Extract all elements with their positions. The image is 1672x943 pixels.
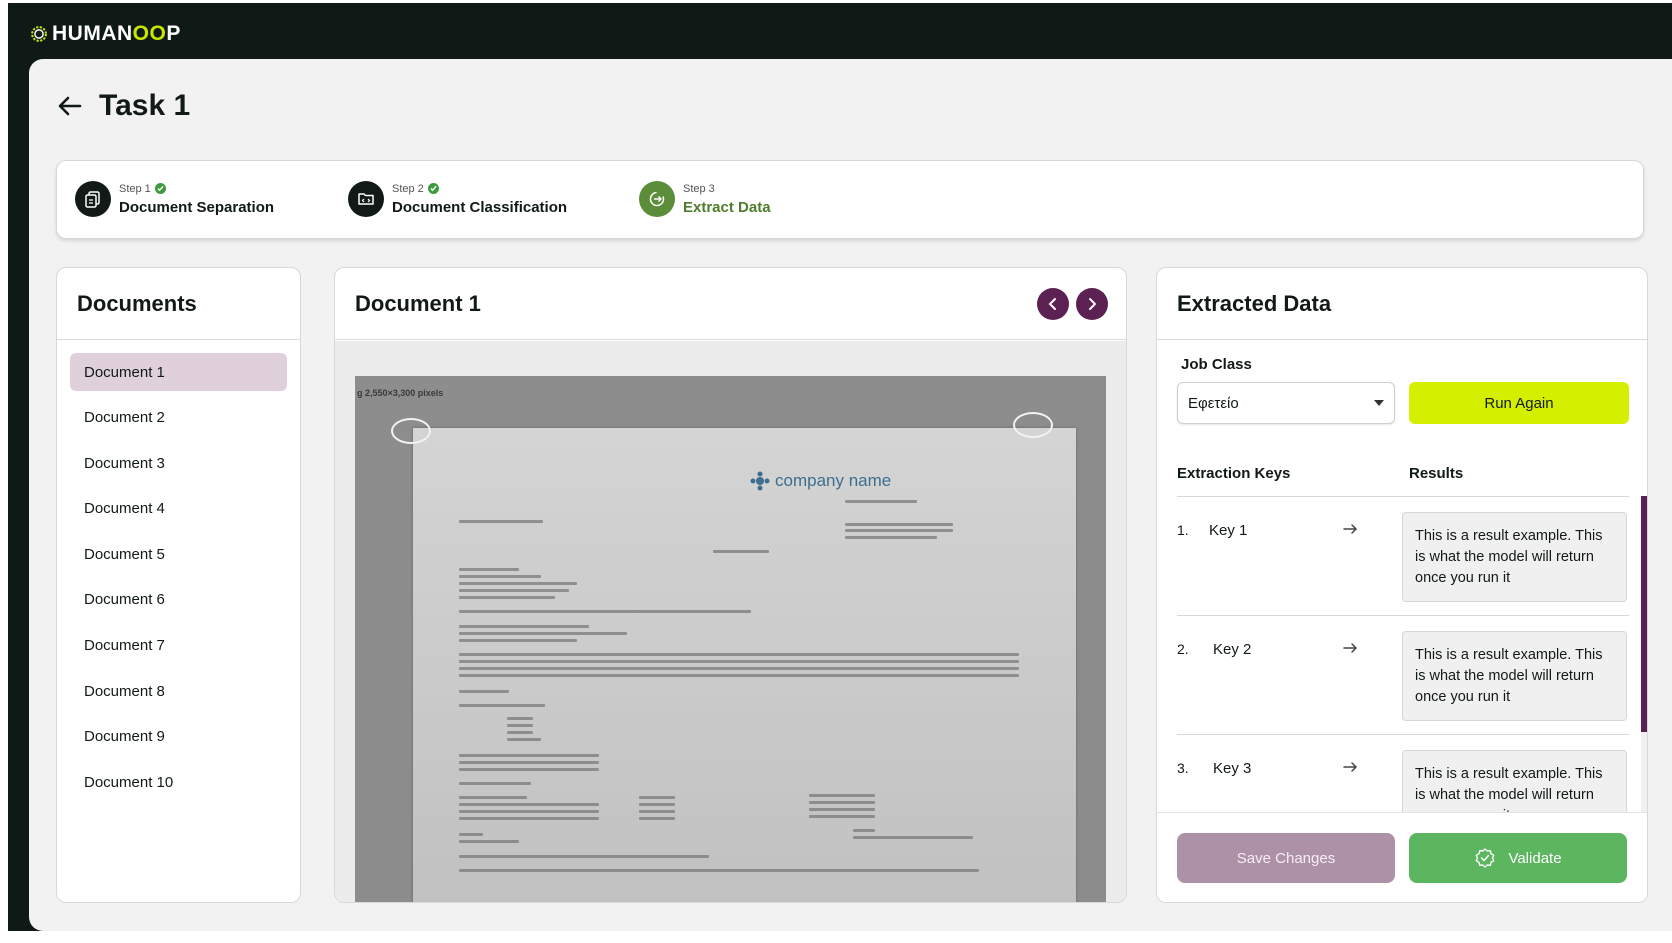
document-list-item[interactable]: Document 3 — [70, 444, 287, 482]
previous-document-button[interactable] — [1037, 288, 1069, 320]
extracted-data-body: Job Class Εφετείο Run Again Extraction K… — [1157, 341, 1647, 812]
step-2-number: Step 2 — [392, 182, 424, 195]
documents-panel: Documents Document 1 Document 2 Document… — [56, 267, 301, 903]
arrow-right-icon — [1343, 762, 1358, 772]
row-key: Key 3 — [1213, 760, 1252, 777]
document-scan-image: g 2,550×3,300 pixels company name — [355, 376, 1106, 902]
documents-title: Documents — [57, 268, 300, 340]
document-nav — [1037, 288, 1108, 320]
app-window: HUMAN OO P Task 1 Step 1 Document Separa… — [8, 3, 1672, 931]
document-list-item[interactable]: Document 2 — [70, 399, 287, 437]
document-paper: company name — [413, 428, 1076, 902]
document-list-item[interactable]: Document 10 — [70, 763, 287, 801]
document-list-item[interactable]: Document 8 — [70, 672, 287, 710]
document-list-item[interactable]: Document 1 — [70, 353, 287, 391]
document-canvas[interactable]: g 2,550×3,300 pixels company name — [335, 341, 1126, 902]
extracted-data-title: Extracted Data — [1157, 268, 1647, 340]
arrow-right-icon — [1343, 643, 1358, 653]
run-again-button[interactable]: Run Again — [1409, 382, 1629, 424]
step-1-number: Step 1 — [119, 182, 151, 195]
document-viewer-panel: Document 1 g 2,550×3,300 pixels company … — [334, 267, 1127, 903]
step-3-circle — [639, 181, 675, 217]
logo-text-human: HUMAN — [52, 22, 133, 45]
document-list-item[interactable]: Document 9 — [70, 718, 287, 756]
job-class-label: Job Class — [1181, 356, 1252, 373]
step-1-circle — [75, 181, 111, 217]
page-header: Task 1 — [55, 89, 190, 123]
main-content: Task 1 Step 1 Document Separation Step 2… — [29, 59, 1672, 931]
check-icon — [427, 183, 439, 194]
row-key: Key 1 — [1209, 522, 1248, 539]
job-class-select[interactable]: Εφετείο — [1177, 382, 1395, 424]
step-1-name: Document Separation — [119, 198, 275, 216]
document-list-item[interactable]: Document 4 — [70, 490, 287, 528]
logo-text-p: P — [166, 22, 181, 45]
result-field[interactable]: This is a result example. This is what t… — [1402, 512, 1627, 602]
extraction-row: 2. Key 2 This is a result example. This … — [1177, 616, 1629, 735]
crop-handle[interactable] — [391, 418, 431, 444]
viewer-header: Document 1 — [335, 268, 1126, 340]
save-changes-button[interactable]: Save Changes — [1177, 833, 1395, 883]
document-list: Document 1 Document 2 Document 3 Documen… — [57, 340, 300, 822]
step-document-classification[interactable]: Step 2 Document Classification — [348, 181, 567, 217]
document-list-item[interactable]: Document 7 — [70, 627, 287, 665]
back-arrow-icon[interactable] — [55, 91, 85, 121]
document-list-item[interactable]: Document 6 — [70, 581, 287, 619]
top-bar: HUMAN OO P — [28, 17, 181, 51]
document-list-item[interactable]: Document 5 — [70, 535, 287, 573]
extraction-keys-header: Extraction Keys — [1177, 465, 1291, 482]
image-caption: g 2,550×3,300 pixels — [357, 388, 444, 398]
job-class-value: Εφετείο — [1188, 394, 1239, 412]
next-document-button[interactable] — [1076, 288, 1108, 320]
extract-icon — [649, 191, 665, 207]
step-2-name: Document Classification — [392, 198, 568, 216]
chevron-right-icon — [1089, 298, 1097, 310]
paper-logo-text: company name — [775, 471, 892, 490]
company-logo: company name — [749, 470, 891, 492]
badge-check-icon — [1476, 848, 1495, 868]
step-document-separation[interactable]: Step 1 Document Separation — [75, 181, 274, 217]
step-3-number: Step 3 — [683, 182, 715, 195]
step-2-circle — [348, 181, 384, 217]
arrow-right-icon — [1343, 524, 1358, 534]
gear-logo-icon — [31, 26, 47, 42]
chevron-left-icon — [1048, 298, 1056, 310]
results-header: Results — [1409, 465, 1464, 482]
extraction-row: 1. Key 1 This is a result example. This … — [1177, 497, 1629, 616]
validate-button[interactable]: Validate — [1409, 833, 1627, 883]
folder-classify-icon — [358, 193, 374, 205]
extracted-data-footer: Save Changes Validate — [1157, 812, 1647, 902]
scrollbar-thumb[interactable] — [1641, 496, 1647, 732]
viewer-title: Document 1 — [355, 290, 481, 316]
row-key: Key 2 — [1213, 641, 1252, 658]
flower-logo-icon — [750, 471, 770, 491]
result-field[interactable]: This is a result example. This is what t… — [1402, 750, 1627, 812]
brand-logo[interactable]: HUMAN OO P — [28, 22, 181, 46]
page-title: Task 1 — [99, 89, 191, 122]
check-icon — [154, 183, 166, 194]
documents-icon — [85, 191, 100, 208]
stepper: Step 1 Document Separation Step 2 Docume… — [56, 160, 1644, 239]
row-number: 2. — [1177, 641, 1189, 657]
result-field[interactable]: This is a result example. This is what t… — [1402, 631, 1627, 721]
logo-text-oo: OO — [132, 22, 167, 45]
row-number: 1. — [1177, 522, 1189, 538]
extracted-data-panel: Extracted Data Job Class Εφετείο Run Aga… — [1156, 267, 1648, 903]
row-number: 3. — [1177, 760, 1189, 776]
caret-down-icon — [1374, 400, 1384, 406]
step-3-name: Extract Data — [683, 198, 771, 216]
step-extract-data[interactable]: Step 3 Extract Data — [639, 181, 771, 217]
extraction-row: 3. Key 3 This is a result example. This … — [1177, 735, 1629, 812]
validate-label: Validate — [1508, 849, 1562, 867]
crop-handle[interactable] — [1013, 412, 1053, 438]
